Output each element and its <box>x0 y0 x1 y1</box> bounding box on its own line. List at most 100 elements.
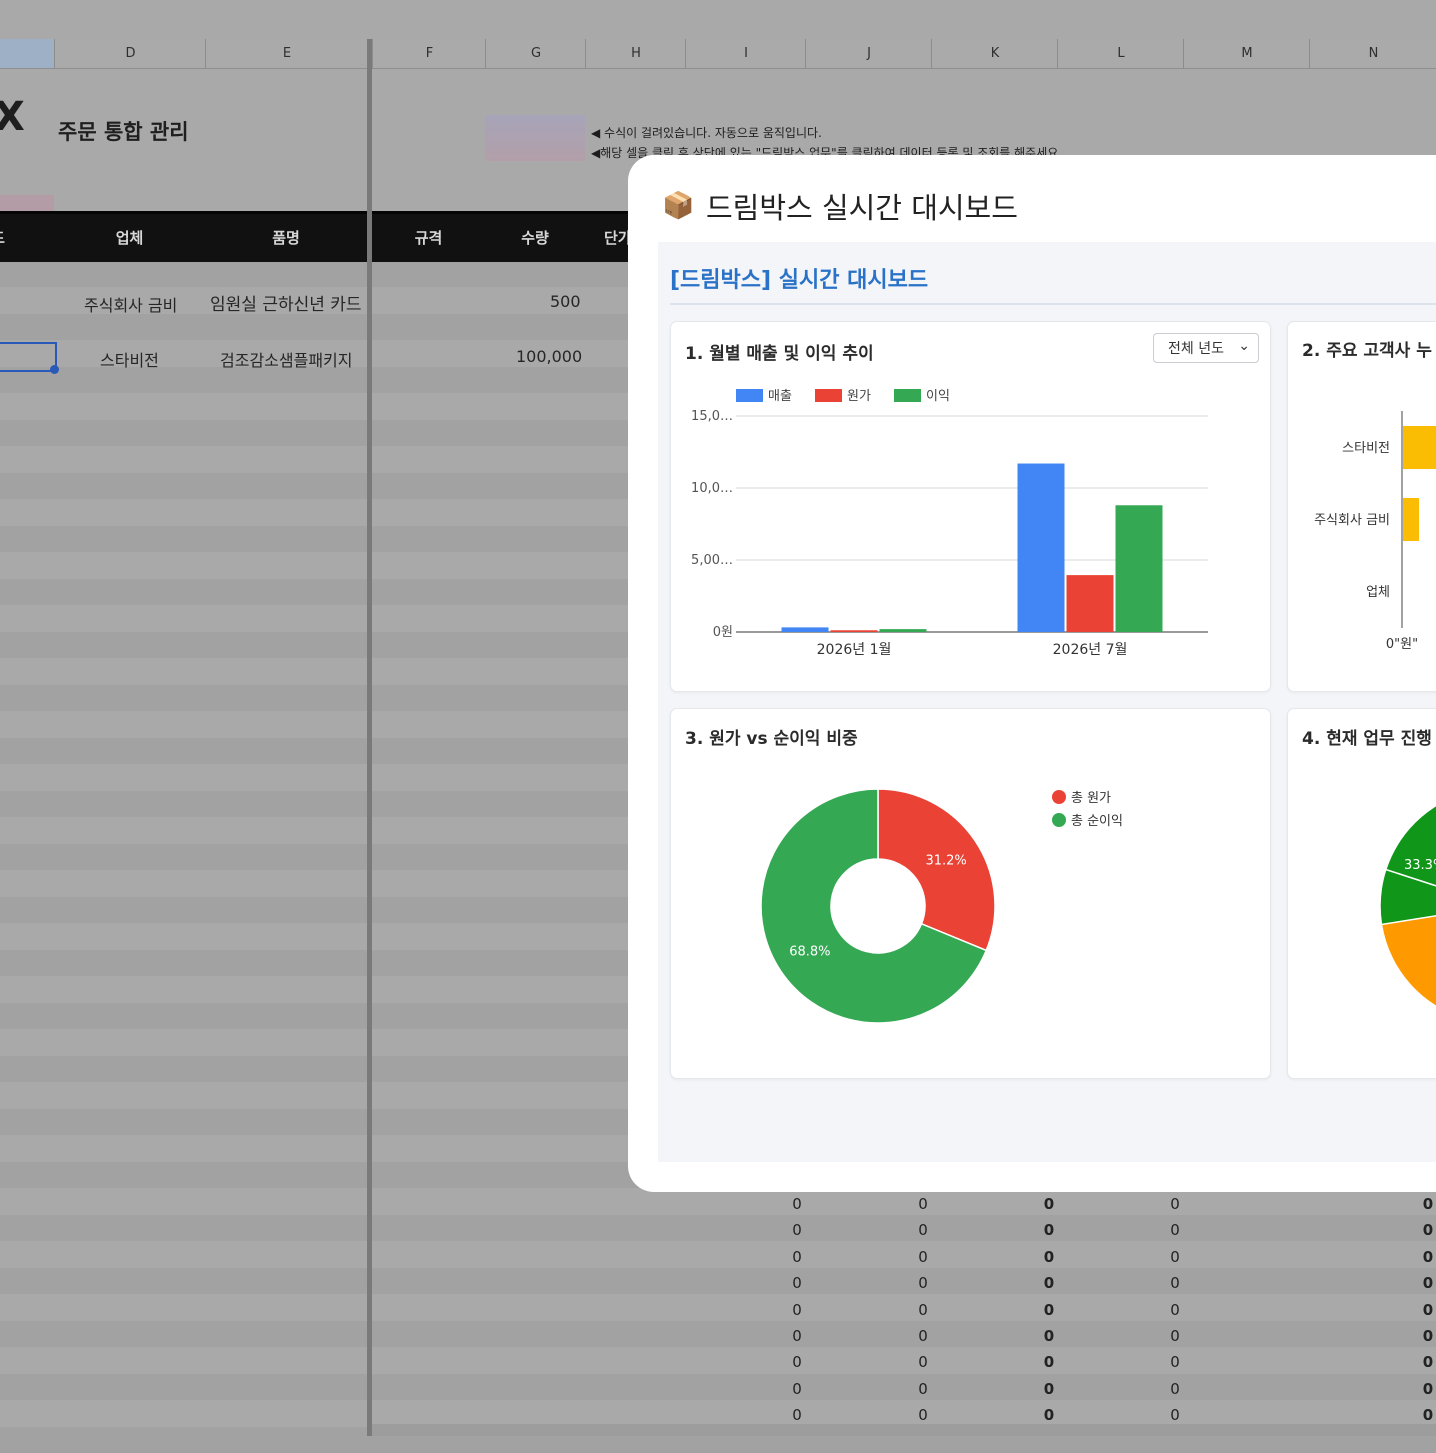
y-tick-label: 0원 <box>713 625 733 640</box>
column-header-g[interactable]: G <box>485 39 586 68</box>
dashboard-modal: 📦 드림박스 실시간 대시보드 [드림박스] 실시간 대시보드 1. 월별 매출… <box>628 155 1436 1192</box>
slice-label: 68.8% <box>789 945 830 960</box>
highlighted-cell[interactable] <box>0 195 54 211</box>
zero-cell: 0 <box>1043 1274 1055 1293</box>
cell-qty-1[interactable]: 500 <box>550 292 581 311</box>
monthly-bar-chart: 매출 원가 이익 0원 5,00… 10,0… 15,0… 2026년 1월 2026년 7월 <box>691 389 1208 658</box>
header-cell-product: 품명 <box>272 229 300 247</box>
zero-cell: 0 <box>918 1327 928 1345</box>
pie-slice-2 <box>1380 915 1436 1008</box>
bar-매출 <box>781 627 829 632</box>
zero-cell: 0 <box>1422 1195 1434 1213</box>
zero-cell: 0 <box>1422 1300 1434 1319</box>
zero-cell: 0 <box>1422 1353 1434 1372</box>
fill-handle[interactable] <box>50 365 59 374</box>
column-header-n[interactable]: N <box>1309 39 1436 68</box>
sheet-row-stripe <box>0 1321 1436 1347</box>
zero-cell: 0 <box>792 1353 802 1372</box>
sheet-row-stripe <box>0 1268 1436 1294</box>
column-header-f[interactable]: F <box>372 39 486 68</box>
customer-bar <box>1403 426 1436 469</box>
zero-cell: 0 <box>918 1274 928 1293</box>
zero-cell: 0 <box>918 1353 928 1372</box>
zero-cell: 0 <box>1170 1274 1180 1293</box>
selected-cell-outline[interactable] <box>0 342 57 372</box>
package-icon: 📦 <box>662 191 695 221</box>
column-header-m[interactable]: M <box>1183 39 1310 68</box>
column-header-h[interactable]: H <box>585 39 686 68</box>
zero-cell: 0 <box>792 1300 802 1319</box>
column-header-selected[interactable] <box>0 39 54 68</box>
zero-cell: 0 <box>1170 1195 1180 1213</box>
zero-cell: 0 <box>1422 1274 1434 1293</box>
legend-label-1: 총 순이익 <box>1071 814 1123 829</box>
zero-cell: 0 <box>1422 1327 1434 1345</box>
zero-cell: 0 <box>918 1247 928 1266</box>
legend-label-2: 이익 <box>926 389 950 404</box>
legend-dot-0 <box>1052 790 1066 804</box>
column-header-l[interactable]: L <box>1057 39 1184 68</box>
legend-label-0: 총 원가 <box>1071 791 1111 806</box>
cell-product-2[interactable]: 검조감소샘플패키지 <box>220 347 352 371</box>
column-header-j[interactable]: J <box>805 39 932 68</box>
legend-dot-1 <box>1052 813 1066 827</box>
frozen-column-divider[interactable] <box>367 39 372 1436</box>
zero-cell: 0 <box>1170 1300 1180 1319</box>
header-cell-vendor: 업체 <box>115 229 144 247</box>
zero-cell: 0 <box>792 1327 802 1345</box>
card-work-progress: 4. 현재 업무 진행 33.3% <box>1287 708 1436 1079</box>
zero-cell: 0 <box>918 1406 928 1425</box>
column-header-e[interactable]: E <box>205 39 368 68</box>
bar-원가 <box>830 630 878 632</box>
zero-cell: 0 <box>792 1221 802 1240</box>
zero-cell: 0 <box>792 1406 802 1425</box>
column-header-d[interactable]: D <box>54 39 206 68</box>
cell-qty-2[interactable]: 100,000 <box>516 347 582 366</box>
cell-vendor-1[interactable]: 주식회사 금비 <box>84 292 177 316</box>
card-monthly-trend: 1. 월별 매출 및 이익 추이 전체 년도 ⌄ 매출 원가 이익 0원 5,00… 10… <box>670 321 1271 692</box>
zero-cell: 0 <box>918 1379 928 1398</box>
sheet-row-stripe <box>0 1215 1436 1241</box>
legend-label-1: 원가 <box>847 389 871 404</box>
sheet-row-stripe <box>0 1374 1436 1400</box>
slice-label: 33.3% <box>1404 858 1436 873</box>
cell-product-1[interactable]: 임원실 근하신년 카드 <box>210 290 370 315</box>
zero-cell: 0 <box>1422 1221 1434 1240</box>
slice-label: 31.2% <box>925 853 966 868</box>
zero-cell: 0 <box>1043 1353 1055 1372</box>
zero-cell: 0 <box>918 1221 928 1240</box>
zero-cell: 0 <box>1170 1379 1180 1398</box>
column-header-bar: D E F G H I J K L M N <box>0 39 1436 69</box>
column-header-k[interactable]: K <box>931 39 1058 68</box>
zero-cell: 0 <box>1043 1247 1055 1266</box>
zero-cell: 0 <box>792 1195 802 1213</box>
horizontal-scrollbar[interactable] <box>372 1424 1436 1436</box>
formula-notice: ◀ 수식이 걸려있습니다. 자동으로 움직입니다. <box>591 126 822 140</box>
zero-cell: 0 <box>792 1379 802 1398</box>
card-top-customers: 2. 주요 고객사 누 스타비전 주식회사 금비 업체 0"원" <box>1287 321 1436 692</box>
zero-cell: 0 <box>1170 1406 1180 1425</box>
bar-이익 <box>879 629 927 632</box>
zero-cell: 0 <box>1422 1406 1434 1425</box>
zero-cell: 0 <box>1170 1327 1180 1345</box>
zero-cell: 0 <box>918 1300 928 1319</box>
legend-label-0: 매출 <box>768 389 792 404</box>
category-label: 업체 <box>1366 585 1390 600</box>
y-tick-label: 15,0… <box>691 409 733 424</box>
header-cell-spec: 규격 <box>414 229 443 247</box>
zero-cell: 0 <box>1043 1195 1055 1213</box>
header-cell-partial: 드 <box>0 214 10 262</box>
cost-profit-donut-chart: 31.2% 68.8% 총 원가총 순이익 <box>760 788 1123 1024</box>
zero-cell: 0 <box>918 1195 928 1213</box>
work-progress-pie-chart: 33.3% <box>1379 804 1436 1008</box>
cell-vendor-2[interactable]: 스타비전 <box>100 347 159 371</box>
zero-cell: 0 <box>1170 1221 1180 1240</box>
bar-매출 <box>1017 463 1065 632</box>
zero-cell: 0 <box>1043 1327 1055 1345</box>
zero-cell: 0 <box>1422 1247 1434 1266</box>
zero-cell: 0 <box>1043 1221 1055 1240</box>
column-header-i[interactable]: I <box>685 39 806 68</box>
sheet-title: 주문 통합 관리 <box>58 120 189 144</box>
sheet-title-logo: X <box>0 94 25 140</box>
donut-slice-0 <box>877 788 996 952</box>
